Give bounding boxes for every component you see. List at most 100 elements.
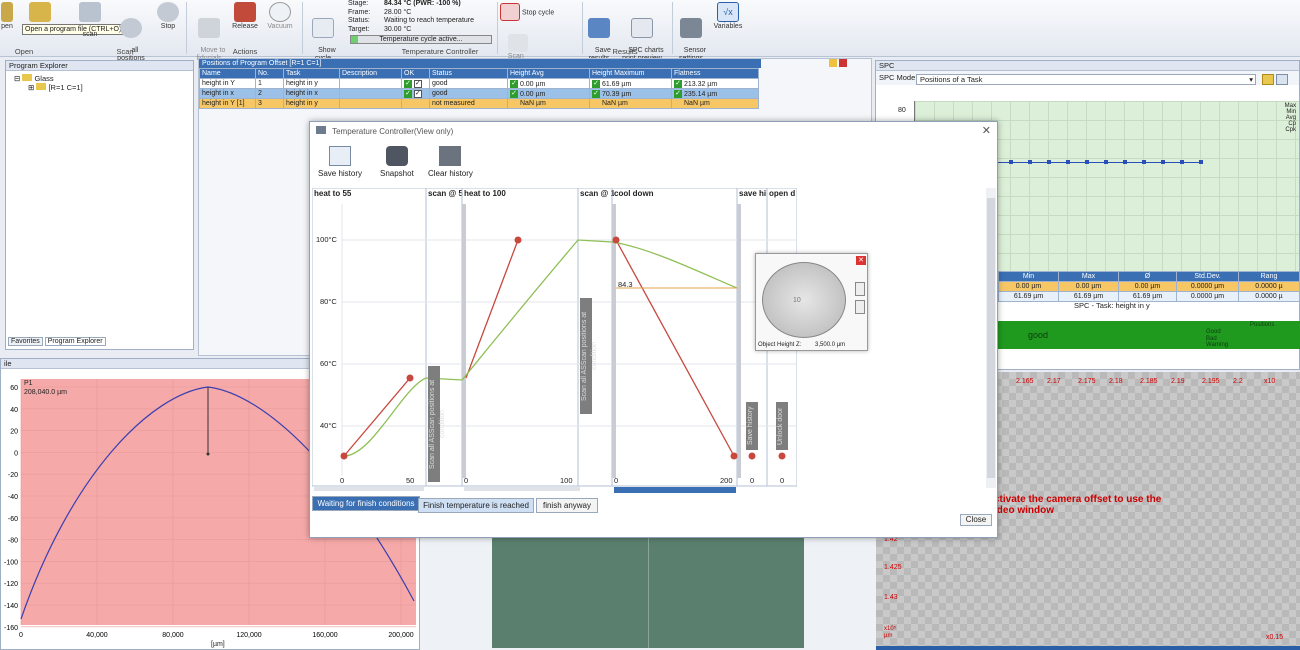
tree-node-child[interactable]: ⊞ [R=1 C=1] [14, 83, 193, 92]
scan-icon [79, 2, 101, 22]
spc-data-point [1180, 160, 1184, 164]
joystick-pad[interactable]: 10 [762, 262, 846, 338]
open-file-tooltip: Open a program file (CTRL+O) [22, 24, 125, 35]
object-height: Object Height Z: 3,500.0 µm [758, 342, 846, 348]
folder-icon [36, 83, 47, 90]
temperature-controller-dialog: Temperature Controller(View only) ✕ Save… [309, 121, 998, 538]
table-row[interactable]: height in x 2 height in x ✓ ✓ good ✓ 0.0… [199, 88, 759, 99]
open-program-button[interactable] [26, 2, 54, 23]
video-panel [420, 538, 876, 650]
open-button[interactable]: pen [0, 2, 14, 31]
spc-mode-select[interactable]: Positions of a Task ▾ [916, 74, 1256, 85]
ok-check-icon: ✓ [404, 79, 412, 88]
table-row[interactable]: 0.00 µm 0.00 µm 0.00 µm 0.0000 µm 0.0000… [998, 281, 1300, 292]
pass-icon: ✓ [674, 89, 682, 98]
stop-cycle-icon [500, 3, 520, 21]
col-name[interactable]: Name [199, 68, 256, 79]
play-icon [120, 18, 142, 38]
variables-icon: √x [717, 2, 739, 22]
scrollbar-thumb[interactable] [987, 198, 995, 478]
profile-x-tick: 0 [19, 632, 23, 639]
folder-icon [22, 74, 33, 81]
print-icon [631, 18, 653, 38]
spc-legend: Max Min Avg Cp Cpk [1284, 103, 1296, 133]
progress-slider-active[interactable] [614, 487, 736, 493]
save-icon [588, 18, 610, 38]
target-line-heat55 [343, 377, 411, 457]
col-ok[interactable]: OK [401, 68, 430, 79]
video-crosshair [648, 538, 649, 648]
program-explorer-title: Program Explorer [6, 61, 193, 71]
setpoint-marker [748, 452, 756, 460]
tab-favorites[interactable]: Favorites [8, 337, 43, 346]
actual-temperature-line [343, 239, 738, 457]
camera-x-tick: 2.17 [1047, 378, 1061, 385]
cycle-y-tick: 60°C [320, 359, 337, 368]
cycle-x-tick: 50 [406, 476, 415, 485]
scan-button[interactable]: scan [78, 2, 102, 38]
progress-slider[interactable] [464, 487, 580, 491]
finish-anyway-button[interactable]: finish anyway [536, 498, 598, 513]
tree-node-root[interactable]: ⊟ Glass [14, 74, 193, 83]
table-header-row: Name No. Task Description OK Status Heig… [199, 68, 759, 79]
setpoint-marker [514, 236, 522, 244]
vacuum-button[interactable]: Vacuum [264, 2, 296, 31]
release-button[interactable]: Release [230, 2, 260, 31]
setpoint-marker [778, 452, 786, 460]
col-no[interactable]: No. [255, 68, 284, 79]
group-open: Open [14, 47, 34, 56]
group-temperature-controller: Temperature Controller [401, 47, 479, 56]
profile-y-tick: 40 [10, 407, 18, 414]
pass-icon: ✓ [510, 79, 518, 88]
ribbon: pen Open a program file (CTRL+O) scan al… [0, 0, 1300, 68]
clear-history-button[interactable]: Clear history [428, 146, 473, 178]
scan-cycle-icon [507, 34, 528, 52]
col-task[interactable]: Task [283, 68, 340, 79]
setpoint-marker [612, 236, 620, 244]
profile-y-tick: -120 [4, 581, 18, 588]
pin-icon[interactable] [829, 59, 837, 67]
positions-table: Name No. Task Description OK Status Heig… [199, 68, 759, 109]
spc-data-point [1028, 160, 1032, 164]
z-down-button[interactable] [855, 300, 865, 314]
variables-button[interactable]: √x Variables [710, 2, 746, 31]
spc-data-point [1123, 160, 1127, 164]
video-area [492, 538, 804, 648]
finish-temperature-option[interactable]: Finish temperature is reached [418, 498, 534, 513]
col-description[interactable]: Description [339, 68, 402, 79]
group-results: Results [612, 47, 638, 56]
tab-program-explorer[interactable]: Program Explorer [44, 337, 106, 346]
save-history-button[interactable]: Save history [318, 146, 362, 178]
stop-icon [157, 2, 179, 22]
setpoint-marker [340, 452, 348, 460]
z-up-button[interactable] [855, 282, 865, 296]
close-button[interactable]: Close [960, 514, 992, 526]
table-row[interactable]: height in Y 1 height in y ✓ ✓ good ✓ 0.0… [199, 78, 759, 89]
ok-checkbox[interactable]: ✓ [413, 89, 422, 98]
close-icon[interactable] [839, 59, 848, 67]
chart-type-icon[interactable] [1262, 74, 1274, 85]
close-icon[interactable]: ✕ [856, 256, 866, 265]
snapshot-button[interactable]: Snapshot [380, 146, 414, 178]
stop-button[interactable]: Stop [156, 2, 180, 31]
progress-slider[interactable] [314, 487, 424, 491]
col-status[interactable]: Status [429, 68, 508, 79]
cycle-y-tick: 80°C [320, 297, 337, 306]
cycle-x-tick: 0 [780, 476, 785, 485]
col-height-max[interactable]: Height Maximum [589, 68, 672, 79]
ok-checkbox[interactable]: ✓ [413, 79, 422, 88]
joystick-popup: ✕ 10 Object Height Z: 3,500.0 µm [755, 253, 868, 351]
col-flatness[interactable]: Flatness [671, 68, 759, 79]
profile-y-tick: -60 [8, 516, 18, 523]
chart-view-icon[interactable] [1276, 74, 1288, 85]
camera-x-tick: 2.175 [1078, 378, 1096, 385]
table-row[interactable]: 61.69 µm 61.69 µm 61.69 µm 0.0000 µm 0.0… [998, 291, 1300, 302]
stop-cycle-button[interactable]: Stop cycle [500, 3, 572, 22]
table-row[interactable]: height in Y [1] 3 height in y not measur… [199, 98, 759, 109]
save-history-step-label: Save history [746, 402, 758, 450]
close-icon[interactable]: ✕ [982, 124, 991, 137]
camera-x-tick: x10 [1264, 378, 1276, 385]
panel-window-controls [829, 59, 871, 68]
vertical-scrollbar[interactable] [986, 188, 996, 488]
col-height-avg[interactable]: Height Avg [507, 68, 590, 79]
